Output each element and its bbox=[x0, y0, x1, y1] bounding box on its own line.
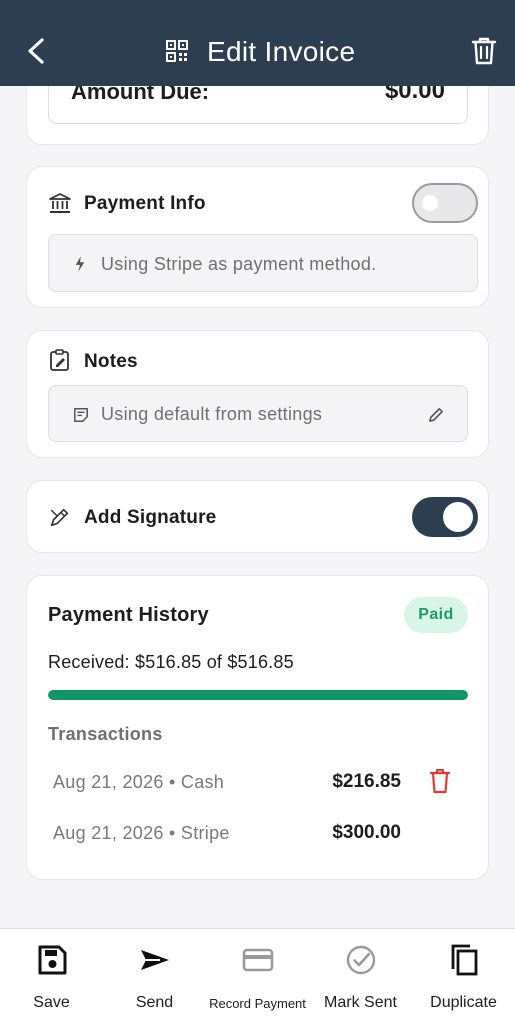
bottom-toolbar: Save Send Record Payment Mark Sent Dupli… bbox=[0, 928, 515, 1024]
notes-card: Notes Using default from settings bbox=[26, 330, 489, 458]
bank-icon bbox=[49, 193, 71, 213]
duplicate-icon bbox=[451, 944, 477, 976]
payment-method-text: Using Stripe as payment method. bbox=[101, 254, 377, 274]
transaction-row: Aug 21, 2026 • Cash $216.85 bbox=[53, 768, 453, 798]
signature-label: Add Signature bbox=[84, 507, 217, 528]
transaction-amount: $216.85 bbox=[332, 771, 401, 792]
duplicate-label: Duplicate bbox=[430, 994, 497, 1011]
app-header: Edit Invoice bbox=[0, 0, 515, 86]
payment-info-label: Payment Info bbox=[84, 193, 206, 214]
send-label: Send bbox=[135, 994, 174, 1011]
notes-label: Notes bbox=[84, 351, 138, 372]
lightning-icon bbox=[75, 256, 85, 272]
qr-code-icon[interactable] bbox=[166, 40, 188, 62]
signature-icon bbox=[50, 508, 69, 527]
save-button[interactable]: Save bbox=[0, 929, 103, 1024]
payment-progress-bar bbox=[48, 690, 468, 700]
page-title: Edit Invoice bbox=[207, 36, 356, 67]
mark-sent-label: Mark Sent bbox=[324, 994, 397, 1011]
signature-card: Add Signature bbox=[26, 480, 489, 553]
notes-box[interactable]: Using default from settings bbox=[48, 385, 468, 442]
transaction-amount: $300.00 bbox=[332, 822, 401, 843]
payment-progress-fill bbox=[48, 690, 468, 700]
transaction-date: Aug 21, 2026 • Stripe bbox=[53, 823, 230, 843]
delete-invoice-icon[interactable] bbox=[470, 36, 498, 66]
record-payment-label: Record Payment bbox=[209, 996, 306, 1011]
payment-info-toggle[interactable] bbox=[412, 183, 478, 223]
record-payment-button[interactable]: Record Payment bbox=[206, 929, 309, 1024]
pencil-icon[interactable] bbox=[428, 406, 445, 423]
payment-method-box: Using Stripe as payment method. bbox=[48, 234, 478, 292]
notes-default-text: Using default from settings bbox=[101, 404, 323, 424]
transactions-label: Transactions bbox=[48, 724, 163, 744]
payment-info-card: Payment Info Using Stripe as payment met… bbox=[26, 166, 489, 308]
payment-history-title: Payment History bbox=[48, 604, 209, 626]
card-icon bbox=[242, 948, 273, 972]
back-arrow-icon[interactable] bbox=[22, 36, 50, 66]
transaction-row: Aug 21, 2026 • Stripe $300.00 bbox=[53, 819, 453, 849]
payment-history-card: Payment History Paid Received: $516.85 o… bbox=[26, 575, 489, 880]
send-icon bbox=[140, 950, 169, 970]
signature-toggle[interactable] bbox=[412, 497, 478, 537]
duplicate-button[interactable]: Duplicate bbox=[412, 929, 515, 1024]
mark-sent-button[interactable]: Mark Sent bbox=[309, 929, 412, 1024]
note-doc-icon bbox=[74, 408, 88, 422]
check-circle-icon bbox=[346, 945, 375, 975]
received-text: Received: $516.85 of $516.85 bbox=[48, 652, 294, 672]
save-icon bbox=[38, 945, 66, 975]
notes-edit-icon bbox=[50, 349, 69, 371]
send-button[interactable]: Send bbox=[103, 929, 206, 1024]
status-badge: Paid bbox=[404, 597, 468, 633]
delete-transaction-icon[interactable] bbox=[429, 768, 451, 794]
save-label: Save bbox=[33, 994, 70, 1011]
transaction-date: Aug 21, 2026 • Cash bbox=[53, 772, 225, 792]
